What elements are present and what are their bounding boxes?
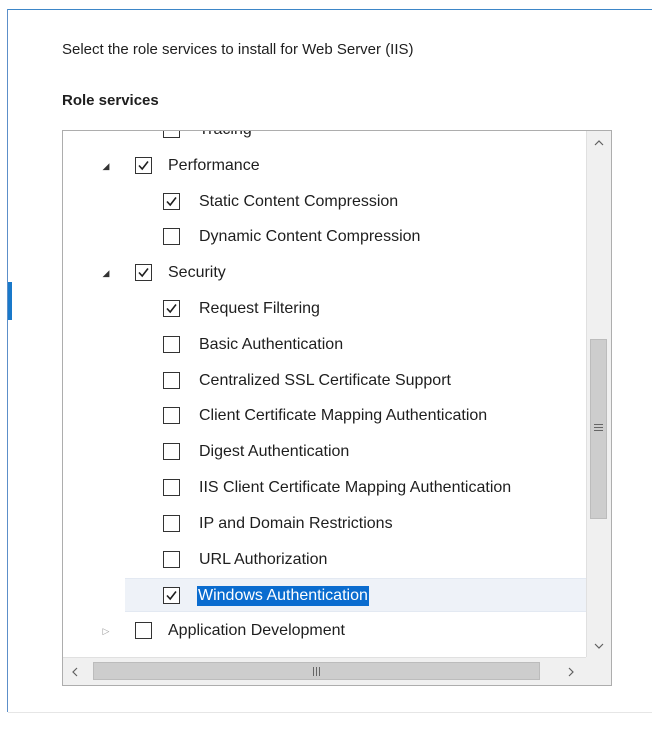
grip-icon — [313, 667, 322, 676]
tree-item-label: Tracing — [199, 131, 252, 140]
bottom-divider — [8, 712, 652, 713]
expanded-arrow-icon[interactable]: ◢ — [100, 160, 112, 172]
tree-item-label: IP and Domain Restrictions — [199, 514, 393, 532]
horizontal-scroll-thumb[interactable] — [93, 662, 540, 680]
horizontal-scrollbar[interactable] — [63, 657, 586, 685]
checkbox[interactable] — [135, 156, 152, 174]
checkbox[interactable] — [163, 371, 180, 389]
vertical-scrollbar[interactable] — [586, 131, 611, 658]
checkbox[interactable] — [163, 587, 180, 605]
chevron-left-icon[interactable] — [63, 658, 87, 685]
tree-item-label: Performance — [168, 156, 260, 174]
tree-item[interactable]: IP and Domain Restrictions — [63, 507, 586, 541]
checkbox[interactable] — [163, 514, 180, 532]
chevron-up-icon[interactable] — [587, 131, 611, 155]
tree-item[interactable]: Centralized SSL Certificate Support — [63, 364, 586, 398]
tree-viewport: Tracing ◢ Performance Static Content Compre… — [63, 131, 586, 658]
left-divider — [7, 9, 8, 712]
checkbox[interactable] — [135, 622, 152, 640]
tree-item-label: Static Content Compression — [199, 192, 399, 210]
tree-item-label: IIS Client Certificate Mapping Authentic… — [199, 479, 512, 496]
tree-item-label: Basic Authentication — [199, 335, 344, 353]
tree-item[interactable]: IIS Client Certificate Mapping Authentic… — [63, 471, 586, 505]
tree-item[interactable]: Request Filtering — [63, 292, 586, 326]
scrollbar-corner — [586, 657, 611, 685]
checkbox[interactable] — [163, 131, 180, 138]
tree-item-label: Centralized SSL Certificate Support — [199, 371, 451, 389]
tree-item[interactable]: URL Authorization — [63, 543, 586, 577]
instruction-text: Select the role services to install for … — [62, 41, 414, 58]
tree-item-label: Request Filtering — [199, 300, 320, 317]
tree-item-label: Application Development — [168, 622, 345, 640]
role-services-tree[interactable]: Tracing ◢ Performance Static Content Compre… — [62, 130, 612, 686]
tree-item[interactable]: Static Content Compression — [63, 185, 586, 219]
checkbox[interactable] — [163, 300, 180, 317]
vertical-scroll-thumb[interactable] — [590, 339, 607, 519]
expanded-arrow-icon[interactable]: ◢ — [100, 267, 112, 279]
section-title: Role services — [62, 92, 159, 109]
checkbox[interactable] — [163, 479, 180, 496]
nav-accent-indicator — [8, 282, 12, 320]
tree-item[interactable]: Client Certificate Mapping Authenticatio… — [63, 399, 586, 433]
tree-item-label: URL Authorization — [199, 550, 328, 568]
tree-item[interactable]: ◢ Performance — [63, 149, 586, 183]
tree-item-label: Dynamic Content Compression — [199, 228, 421, 246]
tree-item[interactable]: Digest Authentication — [63, 435, 586, 469]
collapsed-arrow-icon[interactable]: ▷ — [100, 625, 112, 637]
tree-item-label: Windows Authentication — [197, 586, 369, 607]
tree-item-label: Security — [168, 264, 226, 282]
chevron-right-icon[interactable] — [559, 658, 583, 685]
checkbox[interactable] — [163, 443, 180, 461]
tree-item-label: Digest Authentication — [199, 443, 350, 461]
checkbox[interactable] — [163, 228, 180, 246]
chevron-down-icon[interactable] — [587, 634, 611, 658]
tree-item-label: Client Certificate Mapping Authenticatio… — [199, 407, 488, 425]
tree-item[interactable]: ◢ Security — [63, 256, 586, 290]
checkbox[interactable] — [163, 192, 180, 210]
tree-item[interactable]: Windows Authentication — [125, 578, 586, 613]
tree-item[interactable]: Dynamic Content Compression — [63, 220, 586, 254]
top-divider — [7, 9, 652, 10]
checkbox[interactable] — [163, 335, 180, 353]
checkbox[interactable] — [135, 264, 152, 282]
checkbox[interactable] — [163, 407, 180, 425]
tree-item[interactable]: Basic Authentication — [63, 328, 586, 362]
tree-item[interactable]: ▷ Application Development — [63, 614, 586, 648]
checkbox[interactable] — [163, 550, 180, 568]
grip-icon — [594, 424, 603, 433]
tree-item[interactable]: Tracing — [63, 131, 586, 147]
